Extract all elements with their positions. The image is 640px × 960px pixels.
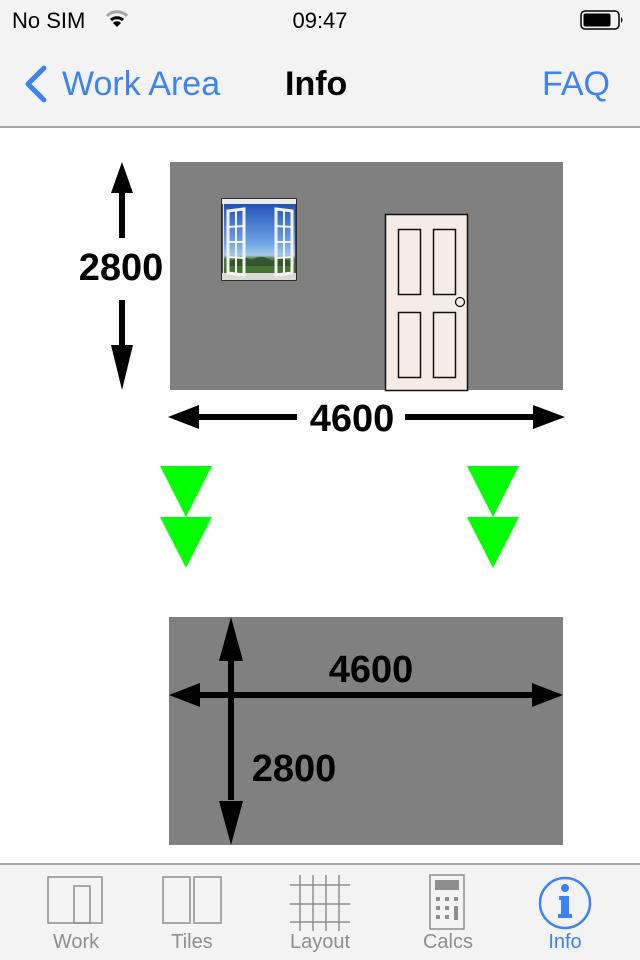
back-button-label: Work Area: [62, 64, 221, 103]
wall-elevation: 2800 4600: [79, 162, 565, 440]
battery-icon: [580, 10, 623, 30]
door-icon: [384, 213, 469, 392]
tab-label: Calcs: [422, 931, 473, 953]
tab-tiles[interactable]: Tiles: [142, 865, 242, 960]
tab-work[interactable]: Work: [26, 865, 126, 960]
wall-height-label: 2800: [79, 247, 164, 289]
tiles-icon: [162, 876, 222, 924]
window-image: [221, 198, 297, 281]
tab-layout[interactable]: Layout: [270, 865, 370, 960]
calculator-icon: [429, 874, 465, 930]
flat-layout-view: 4600 2800: [169, 617, 563, 845]
back-button[interactable]: Work Area: [22, 64, 220, 104]
info-content: 2800 4600 4600 2800: [0, 130, 640, 863]
navigation-bar: Work Area Info FAQ: [0, 40, 640, 128]
flat-height-label: 2800: [252, 748, 337, 790]
tab-bar: Work Tiles Layout Calcs Info: [0, 863, 640, 960]
tab-label: Tiles: [171, 931, 213, 953]
faq-button[interactable]: FAQ: [542, 65, 610, 104]
wall-width-label: 4600: [310, 398, 395, 440]
dimension-diagram: 2800 4600 4600 2800: [79, 162, 565, 845]
transition-arrow-left: [160, 466, 212, 568]
tab-label: Work: [52, 931, 100, 953]
clock: 09:47: [292, 8, 348, 33]
tab-calcs[interactable]: Calcs: [398, 865, 498, 960]
grid-layout-icon: [290, 875, 350, 931]
tab-label: Info: [548, 931, 582, 953]
tab-label: Layout: [289, 931, 351, 953]
chevron-left-icon: [25, 65, 47, 103]
transition-arrow-right: [467, 466, 519, 568]
info-icon: [538, 876, 592, 930]
page-title: Info: [285, 65, 348, 103]
tab-info[interactable]: Info: [515, 865, 615, 960]
work-area-icon: [47, 876, 103, 924]
flat-width-label: 4600: [329, 649, 414, 691]
status-bar: No SIM 09:47: [0, 0, 640, 40]
